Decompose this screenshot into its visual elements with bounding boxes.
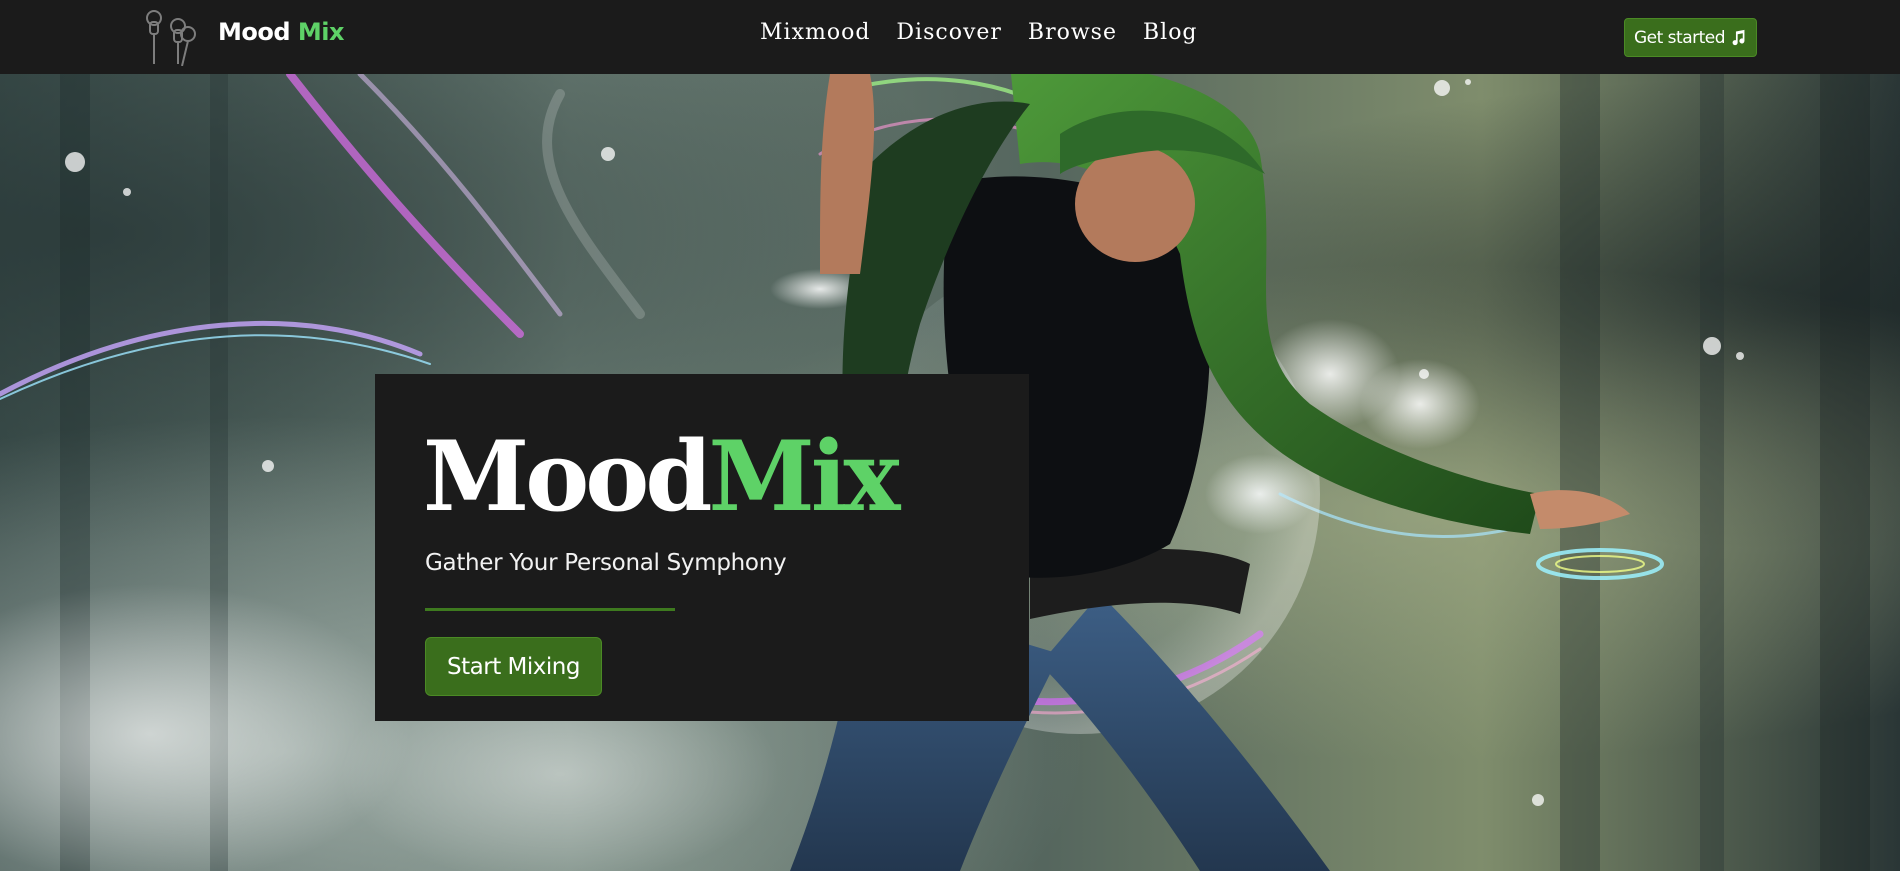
brand-name-part1: Mood: [218, 18, 291, 46]
brand-home-link[interactable]: Mood Mix: [142, 8, 345, 66]
music-note-icon: [1732, 29, 1745, 46]
hero-title-part2: Mix: [708, 420, 900, 533]
brand-name-part2: Mix: [297, 18, 345, 46]
hero-title-part1: Mood: [423, 420, 712, 533]
start-mixing-button[interactable]: Start Mixing: [425, 637, 602, 696]
nav-link-discover[interactable]: Discover: [896, 20, 1002, 45]
top-navbar: Mood Mix Mixmood Discover Browse Blog Ge…: [0, 0, 1900, 74]
get-started-label: Get started: [1633, 27, 1726, 48]
nav-link-browse[interactable]: Browse: [1028, 20, 1117, 45]
hero-section: MoodMix Gather Your Personal Symphony St…: [0, 74, 1900, 871]
hero-subtitle: Gather Your Personal Symphony: [425, 550, 787, 576]
earbuds-icon: [146, 10, 196, 66]
nav-link-blog[interactable]: Blog: [1143, 20, 1198, 45]
nav-link-mixmood[interactable]: Mixmood: [760, 20, 870, 45]
hero-title: MoodMix: [423, 429, 900, 525]
hero-card: MoodMix Gather Your Personal Symphony St…: [375, 374, 1029, 721]
get-started-button[interactable]: Get started: [1624, 18, 1757, 57]
main-nav: Mixmood Discover Browse Blog: [760, 20, 1224, 45]
hero-divider: [425, 608, 675, 611]
brand-name: Mood Mix: [218, 18, 345, 46]
